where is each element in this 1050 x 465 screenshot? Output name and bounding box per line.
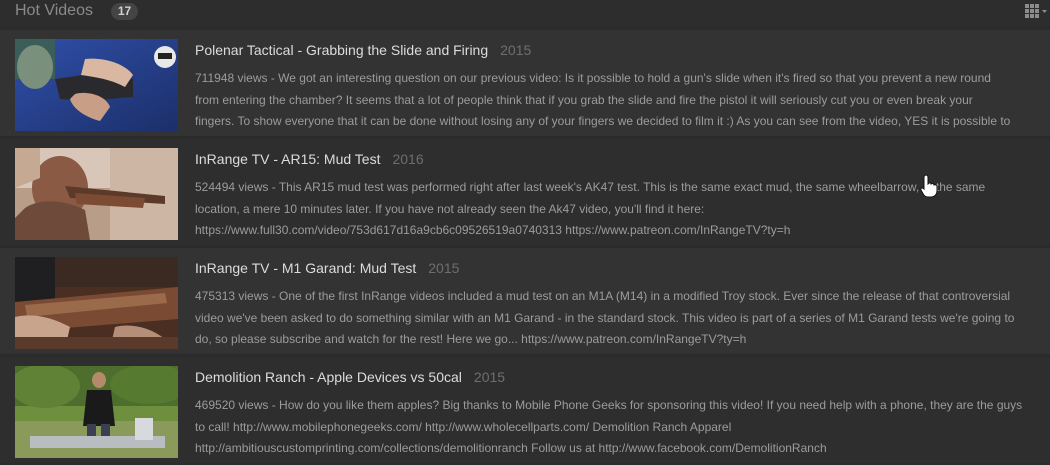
video-title-link[interactable]: InRange TV - AR15: Mud Test [195, 151, 380, 167]
video-title-link[interactable]: InRange TV - M1 Garand: Mud Test [195, 260, 416, 276]
description-line: do, so please subscribe and watch for th… [195, 332, 747, 346]
video-title-link[interactable]: Polenar Tactical - Grabbing the Slide an… [195, 42, 488, 58]
video-row[interactable]: Polenar Tactical - Grabbing the Slide an… [0, 30, 1050, 136]
video-year: 2015 [473, 369, 506, 385]
description-line: to call! http://www.mobilephonegeeks.com… [195, 419, 732, 434]
description-line: 524494 views - This AR15 mud test was pe… [195, 180, 986, 194]
video-title-line: InRange TV - AR15: Mud Test 2016 [195, 151, 424, 169]
video-thumbnail[interactable] [15, 257, 178, 349]
description-line: location, a mere 10 minutes later. If yo… [195, 201, 705, 216]
video-thumbnail[interactable] [15, 366, 178, 458]
video-description: 469520 views - How do you like them appl… [195, 395, 1035, 460]
description-line: 469520 views - How do you like them appl… [195, 398, 1023, 412]
video-thumbnail[interactable] [15, 39, 178, 131]
caret-down-icon [1042, 10, 1047, 13]
video-year: 2016 [392, 151, 424, 167]
video-description: 524494 views - This AR15 mud test was pe… [195, 177, 1035, 242]
description-line: fingers. To show everyone that it can be… [195, 114, 1011, 128]
video-count-badge: 17 [111, 3, 138, 20]
thumbnail-image [15, 148, 178, 240]
video-year: 2015 [428, 260, 460, 276]
view-toggle-button[interactable] [1024, 3, 1048, 19]
hand-pointer-icon [920, 174, 938, 198]
video-thumbnail[interactable] [15, 148, 178, 240]
description-line: https://www.full30.com/video/753d617d16a… [195, 223, 791, 237]
description-line: 711948 views - We got an interesting que… [195, 71, 991, 85]
grid-icon [1025, 4, 1047, 18]
thumbnail-image [15, 257, 178, 349]
description-line: 475313 views - One of the first InRange … [195, 289, 1011, 303]
video-description: 711948 views - We got an interesting que… [195, 68, 1035, 133]
thumbnail-image [15, 366, 178, 458]
video-row[interactable]: Demolition Ranch - Apple Devices vs 50ca… [0, 357, 1050, 463]
video-row[interactable]: InRange TV - AR15: Mud Test 2016 524494 v… [0, 139, 1050, 245]
video-title-line: Demolition Ranch - Apple Devices vs 50ca… [195, 369, 505, 387]
video-year: 2015 [500, 42, 532, 58]
video-title-link[interactable]: Demolition Ranch - Apple Devices vs 50ca… [195, 369, 462, 385]
video-description: 475313 views - One of the first InRange … [195, 286, 1035, 351]
section-title: Hot Videos [15, 2, 93, 19]
video-row[interactable]: InRange TV - M1 Garand: Mud Test 2015 475… [0, 248, 1050, 354]
description-line: from entering the chamber? It seems that… [195, 92, 973, 107]
video-title-line: InRange TV - M1 Garand: Mud Test 2015 [195, 260, 459, 278]
description-line: http://ambitiouscustomprinting.com/colle… [195, 441, 827, 455]
video-title-line: Polenar Tactical - Grabbing the Slide an… [195, 42, 531, 60]
description-line: video we've been asked to do something s… [195, 310, 1015, 325]
section-header: Hot Videos 17 [0, 0, 1050, 26]
thumbnail-image [15, 39, 178, 131]
